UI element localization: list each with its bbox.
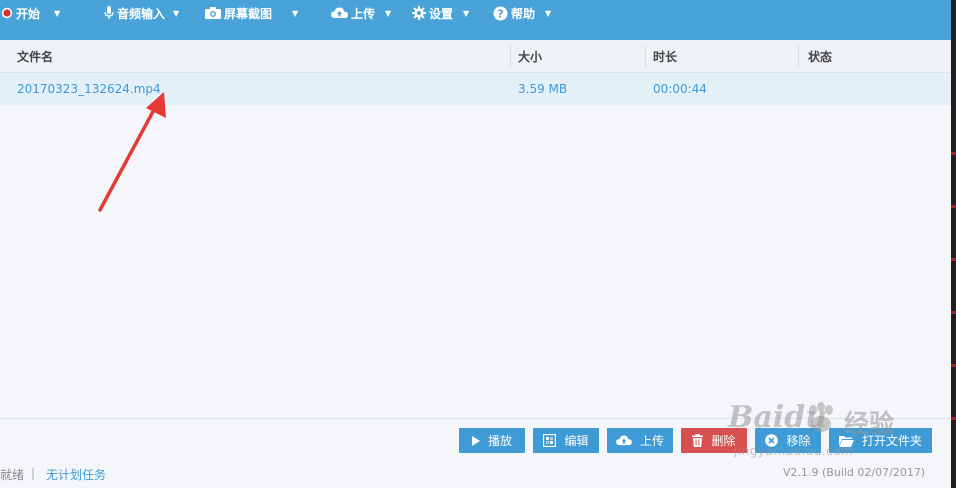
status-text: 就绪	[0, 468, 25, 482]
upload-action-label: 上传	[639, 434, 664, 448]
record-icon	[1, 7, 13, 19]
audio-input-menu[interactable]: 音频输入 ▼	[104, 0, 179, 26]
main-toolbar: 开始 ▼ 音频输入 ▼ 屏幕截图 ▼ 上传 ▼ 设置 ▼ ? 帮助 ▼	[0, 0, 951, 40]
file-size-cell: 3.59 MB	[518, 82, 568, 96]
upload-button[interactable]: 上传	[607, 428, 673, 453]
watermark-cn: 经验	[844, 409, 895, 438]
start-menu[interactable]: 开始 ▼	[1, 0, 60, 26]
svg-text:?: ?	[497, 7, 503, 20]
table-header: 文件名 大小 时长 状态	[0, 40, 951, 73]
camera-icon	[205, 7, 221, 19]
play-icon	[471, 435, 480, 446]
cloud-upload-icon	[616, 435, 632, 446]
start-label: 开始	[16, 6, 41, 21]
baidu-watermark: Baidu 经验 jingyan.baidu.com	[728, 398, 918, 468]
settings-label: 设置	[429, 6, 454, 21]
paw-icon	[804, 402, 838, 437]
play-button[interactable]: 播放	[459, 428, 525, 453]
cloud-upload-icon	[331, 7, 348, 19]
file-duration-cell: 00:00:44	[653, 82, 707, 96]
edit-icon	[543, 434, 557, 447]
gear-icon	[412, 6, 426, 20]
audio-input-label: 音频输入	[117, 6, 166, 21]
upload-label: 上传	[351, 6, 376, 21]
trash-icon	[692, 434, 704, 447]
screenshot-label: 屏幕截图	[224, 6, 273, 21]
settings-menu[interactable]: 设置 ▼	[412, 0, 469, 26]
annotation-arrow-icon	[98, 92, 166, 212]
column-header-status[interactable]: 状态	[808, 40, 832, 73]
microphone-icon	[104, 6, 114, 20]
help-label: 帮助	[511, 6, 536, 21]
chevron-down-icon: ▼	[173, 8, 180, 18]
edit-label: 编辑	[564, 434, 589, 448]
chevron-down-icon: ▼	[54, 8, 61, 18]
column-header-duration[interactable]: 时长	[653, 40, 677, 73]
play-label: 播放	[487, 434, 512, 448]
chevron-down-icon: ▼	[545, 8, 552, 18]
column-header-filename[interactable]: 文件名	[17, 40, 53, 73]
edit-button[interactable]: 编辑	[533, 428, 599, 453]
upload-menu[interactable]: 上传 ▼	[331, 0, 391, 26]
help-icon: ?	[493, 6, 508, 21]
chevron-down-icon: ▼	[292, 8, 299, 18]
column-header-size[interactable]: 大小	[518, 40, 542, 73]
screenshot-menu[interactable]: 屏幕截图 ▼	[205, 0, 298, 26]
status-separator: |	[31, 466, 36, 480]
help-menu[interactable]: ? 帮助 ▼	[493, 0, 551, 26]
chevron-down-icon: ▼	[463, 8, 470, 18]
watermark-url: jingyan.baidu.com	[734, 444, 854, 458]
schedule-link[interactable]: 无计划任务	[46, 466, 106, 483]
background-window-edge	[951, 0, 956, 488]
chevron-down-icon: ▼	[385, 8, 392, 18]
